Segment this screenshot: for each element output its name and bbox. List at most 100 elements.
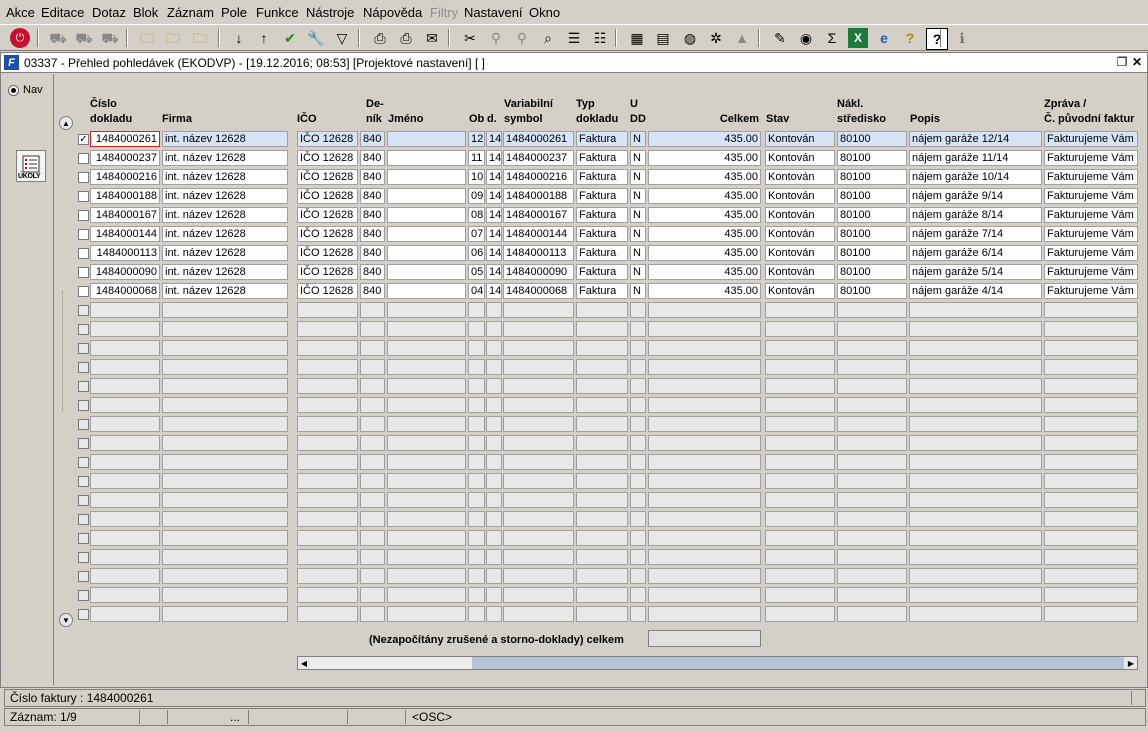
cell-udd[interactable] bbox=[630, 340, 646, 356]
row-checkbox[interactable] bbox=[78, 419, 89, 430]
cell-stav[interactable] bbox=[765, 397, 835, 413]
cell-firma[interactable]: int. název 12628 bbox=[162, 226, 288, 242]
sum-icon[interactable]: Σ bbox=[822, 28, 842, 48]
menu-dotaz[interactable]: Dotaz bbox=[92, 5, 126, 20]
cell-udd[interactable] bbox=[630, 321, 646, 337]
cell-ico[interactable] bbox=[297, 511, 358, 527]
cell-typ[interactable]: Faktura bbox=[576, 207, 628, 223]
row-checkbox[interactable] bbox=[78, 381, 89, 392]
sort-asc-icon[interactable]: ↓ bbox=[229, 28, 249, 48]
cell-denik[interactable]: 840 bbox=[360, 245, 385, 261]
cell-denik[interactable] bbox=[360, 340, 385, 356]
cell-zprava[interactable] bbox=[1044, 549, 1138, 565]
cell-stav[interactable]: Kontován bbox=[765, 150, 835, 166]
restore-icon[interactable]: ❐ bbox=[1115, 55, 1129, 69]
cell-celkem[interactable]: 435.00 bbox=[648, 188, 761, 204]
cell-celkem[interactable] bbox=[648, 302, 761, 318]
cell-stav[interactable] bbox=[765, 568, 835, 584]
cell-ico[interactable] bbox=[297, 473, 358, 489]
cell-udd[interactable] bbox=[630, 568, 646, 584]
cell-varsym[interactable] bbox=[503, 492, 574, 508]
cell-popis[interactable] bbox=[909, 492, 1042, 508]
cell-udd[interactable] bbox=[630, 549, 646, 565]
cell-nakl[interactable] bbox=[837, 530, 907, 546]
cell-ob[interactable]: 04 bbox=[468, 283, 485, 299]
cell-ob[interactable] bbox=[468, 587, 485, 603]
cell-ob[interactable] bbox=[468, 321, 485, 337]
cell-celkem[interactable] bbox=[648, 454, 761, 470]
cell-nakl[interactable] bbox=[837, 511, 907, 527]
cell-d[interactable]: 14 bbox=[486, 131, 502, 147]
cell-ob[interactable] bbox=[468, 549, 485, 565]
cell-nakl[interactable] bbox=[837, 397, 907, 413]
cell-ico[interactable]: IČO 12628 bbox=[297, 283, 358, 299]
cell-firma[interactable] bbox=[162, 568, 288, 584]
cell-celkem[interactable]: 435.00 bbox=[648, 207, 761, 223]
cell-nakl[interactable]: 80100 bbox=[837, 226, 907, 242]
cell-ico[interactable] bbox=[297, 530, 358, 546]
cell-typ[interactable]: Faktura bbox=[576, 188, 628, 204]
cell-celkem[interactable] bbox=[648, 587, 761, 603]
cell-ob[interactable]: 10 bbox=[468, 169, 485, 185]
close-icon[interactable]: ✕ bbox=[1130, 55, 1144, 69]
mail-icon[interactable]: ✉ bbox=[422, 28, 442, 48]
cut-icon[interactable]: ✂ bbox=[460, 28, 480, 48]
cell-typ[interactable] bbox=[576, 378, 628, 394]
calculator-icon[interactable]: ▦ bbox=[627, 28, 647, 48]
cell-typ[interactable] bbox=[576, 321, 628, 337]
cell-denik[interactable]: 840 bbox=[360, 264, 385, 280]
cell-nakl[interactable] bbox=[837, 378, 907, 394]
cell-zprava[interactable] bbox=[1044, 397, 1138, 413]
menu-blok[interactable]: Blok bbox=[133, 5, 158, 20]
row-checkbox[interactable] bbox=[78, 267, 89, 278]
cell-jmeno[interactable] bbox=[387, 435, 466, 451]
check-icon[interactable]: ✔ bbox=[280, 28, 300, 48]
cell-firma[interactable]: int. název 12628 bbox=[162, 245, 288, 261]
cell-stav[interactable] bbox=[765, 511, 835, 527]
tree-icon[interactable]: ☷ bbox=[590, 28, 610, 48]
truck-icon[interactable]: ⛟ bbox=[48, 28, 68, 48]
cell-typ[interactable]: Faktura bbox=[576, 150, 628, 166]
folder-delete-icon[interactable]: 🗀 bbox=[190, 28, 210, 48]
row-checkbox[interactable] bbox=[78, 533, 89, 544]
cell-popis[interactable] bbox=[909, 340, 1042, 356]
horizontal-scrollbar[interactable]: ◀ ▶ bbox=[297, 656, 1138, 670]
cell-firma[interactable]: int. název 12628 bbox=[162, 264, 288, 280]
folder-search-icon[interactable]: 🗀 bbox=[137, 28, 157, 48]
cell-nakl[interactable] bbox=[837, 587, 907, 603]
cell-stav[interactable] bbox=[765, 492, 835, 508]
cell-cislo[interactable] bbox=[90, 492, 160, 508]
cell-celkem[interactable] bbox=[648, 435, 761, 451]
menu-napoveda[interactable]: Nápověda bbox=[363, 5, 422, 20]
cell-jmeno[interactable] bbox=[387, 492, 466, 508]
cell-stav[interactable] bbox=[765, 378, 835, 394]
cell-ob[interactable] bbox=[468, 511, 485, 527]
cell-cislo[interactable]: 1484000261 bbox=[90, 131, 160, 147]
cell-cislo[interactable] bbox=[90, 587, 160, 603]
cell-popis[interactable] bbox=[909, 473, 1042, 489]
cell-zprava[interactable] bbox=[1044, 321, 1138, 337]
cell-d[interactable]: 14 bbox=[486, 264, 502, 280]
cell-typ[interactable] bbox=[576, 587, 628, 603]
column-header-zprava[interactable]: Zpráva / Č. původní faktur bbox=[1044, 97, 1134, 127]
cell-ico[interactable] bbox=[297, 359, 358, 375]
print-icon[interactable]: ⎙ bbox=[370, 28, 390, 48]
cell-celkem[interactable] bbox=[648, 321, 761, 337]
cell-firma[interactable] bbox=[162, 378, 288, 394]
cell-d[interactable] bbox=[486, 321, 502, 337]
cell-varsym[interactable]: 1484000188 bbox=[503, 188, 574, 204]
cell-denik[interactable] bbox=[360, 568, 385, 584]
cell-firma[interactable] bbox=[162, 530, 288, 546]
cell-zprava[interactable] bbox=[1044, 568, 1138, 584]
cell-varsym[interactable] bbox=[503, 302, 574, 318]
cell-ico[interactable] bbox=[297, 587, 358, 603]
cell-jmeno[interactable] bbox=[387, 226, 466, 242]
cell-firma[interactable] bbox=[162, 397, 288, 413]
cell-varsym[interactable]: 1484000216 bbox=[503, 169, 574, 185]
cell-firma[interactable] bbox=[162, 473, 288, 489]
cell-d[interactable] bbox=[486, 606, 502, 622]
cell-popis[interactable] bbox=[909, 416, 1042, 432]
cell-udd[interactable] bbox=[630, 492, 646, 508]
cell-popis[interactable] bbox=[909, 587, 1042, 603]
scroll-down-icon[interactable]: ▼ bbox=[59, 613, 73, 627]
